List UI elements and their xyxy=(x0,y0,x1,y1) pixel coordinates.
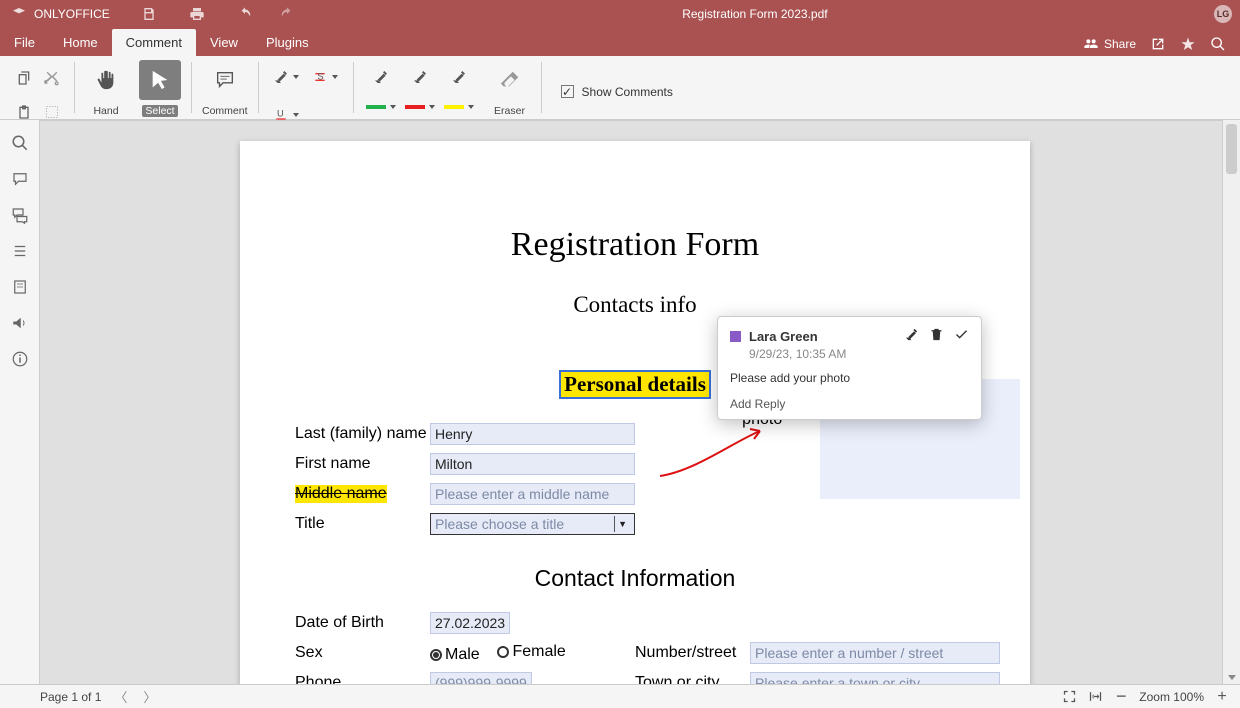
add-reply-button[interactable]: Add Reply xyxy=(730,397,969,411)
highlight-red-button[interactable] xyxy=(403,64,438,90)
user-avatar[interactable]: LG xyxy=(1214,5,1232,23)
label-numstreet: Number/street xyxy=(635,644,750,662)
next-page-button[interactable]: 〉 xyxy=(140,687,159,706)
radio-female[interactable]: Female xyxy=(497,643,565,661)
search-icon[interactable] xyxy=(1210,36,1226,52)
navigation-icon[interactable] xyxy=(11,242,29,260)
undo-icon[interactable] xyxy=(236,5,254,23)
add-comment-button[interactable] xyxy=(204,60,246,100)
favorite-icon[interactable] xyxy=(1180,36,1196,52)
ribbon: Hand Select Comment S U xyxy=(0,56,1240,120)
field-town[interactable]: Please enter a town or city xyxy=(750,672,1000,684)
comment-author-color xyxy=(730,331,741,342)
copy-icon[interactable] xyxy=(12,66,36,90)
label-town: Town or city xyxy=(635,674,750,684)
left-panel xyxy=(0,120,40,684)
label-middle-name: Middle name xyxy=(295,485,387,503)
share-button[interactable]: Share xyxy=(1083,36,1136,52)
about-icon[interactable] xyxy=(11,350,29,368)
find-icon[interactable] xyxy=(11,134,29,152)
field-numstreet[interactable]: Please enter a number / street xyxy=(750,642,1000,664)
section-personal-details[interactable]: Personal details xyxy=(559,370,711,399)
zoom-out-button[interactable]: − xyxy=(1113,689,1129,705)
zoom-in-button[interactable]: + xyxy=(1214,689,1230,705)
delete-comment-icon[interactable] xyxy=(929,327,944,345)
label-first-name: First name xyxy=(295,455,430,473)
redo-icon[interactable] xyxy=(278,5,296,23)
field-dob[interactable]: 27.02.2023 xyxy=(430,612,510,634)
scroll-down-icon[interactable] xyxy=(1228,675,1236,680)
save-icon[interactable] xyxy=(140,5,158,23)
resolve-comment-icon[interactable] xyxy=(954,327,969,345)
show-comments-toggle[interactable]: ✓ Show Comments xyxy=(546,56,673,119)
fit-width-icon[interactable] xyxy=(1087,689,1103,705)
eraser-button[interactable] xyxy=(489,60,531,100)
comments-panel-icon[interactable] xyxy=(11,170,29,188)
hand-tool-button[interactable] xyxy=(85,60,127,100)
label-last-name: Last (family) name xyxy=(295,425,430,443)
cut-icon[interactable] xyxy=(40,66,64,90)
comment-popup: Lara Green 9/29/23, 10:35 AM Please add … xyxy=(717,316,982,420)
comment-author: Lara Green xyxy=(749,329,818,344)
label-title: Title xyxy=(295,515,430,533)
thumbnails-icon[interactable] xyxy=(11,278,29,296)
fit-page-icon[interactable] xyxy=(1061,689,1077,705)
select-tool-button[interactable] xyxy=(139,60,181,100)
comment-date: 9/29/23, 10:35 AM xyxy=(749,347,969,361)
comment-text: Please add your photo xyxy=(730,371,969,385)
prev-page-button[interactable]: 〈 xyxy=(111,687,130,706)
zoom-label[interactable]: Zoom 100% xyxy=(1139,690,1204,704)
svg-text:S: S xyxy=(317,72,323,82)
print-icon[interactable] xyxy=(188,5,206,23)
field-phone[interactable]: (999)999-9999 xyxy=(430,672,532,684)
tab-plugins[interactable]: Plugins xyxy=(252,29,323,56)
svg-text:U: U xyxy=(277,108,284,118)
document-area[interactable]: Registration Form Contacts info Personal… xyxy=(40,120,1222,684)
app-logo-icon xyxy=(10,5,28,23)
label-dob: Date of Birth xyxy=(295,614,430,632)
strikeout-color-button[interactable]: S xyxy=(308,64,343,90)
highlight-color-button[interactable] xyxy=(269,64,304,90)
page-indicator: Page 1 of 1 xyxy=(40,690,101,704)
tab-file[interactable]: File xyxy=(0,29,49,56)
field-middle-name[interactable]: Please enter a middle name xyxy=(430,483,635,505)
swatch-red[interactable] xyxy=(403,94,438,120)
doc-title: Registration Form xyxy=(295,226,975,264)
section-contact-info: Contact Information xyxy=(295,565,975,592)
field-first-name[interactable]: Milton xyxy=(430,453,635,475)
title-bar: ONLYOFFICE Registration Form 2023.pdf LG xyxy=(0,0,1240,28)
open-location-icon[interactable] xyxy=(1150,36,1166,52)
field-title-select[interactable]: Please choose a title▼ xyxy=(430,513,635,535)
section-contacts: Contacts info xyxy=(295,292,975,318)
status-bar: Page 1 of 1 〈 〉 − Zoom 100% + xyxy=(0,684,1240,708)
edit-comment-icon[interactable] xyxy=(904,327,919,345)
highlight-yellow-button[interactable] xyxy=(442,64,477,90)
label-sex: Sex xyxy=(295,644,430,662)
scrollbar-thumb[interactable] xyxy=(1226,124,1237,174)
chat-icon[interactable] xyxy=(11,206,29,224)
feedback-icon[interactable] xyxy=(11,314,29,332)
tab-view[interactable]: View xyxy=(196,29,252,56)
brand-name: ONLYOFFICE xyxy=(34,7,110,21)
swatch-yellow[interactable] xyxy=(442,94,477,120)
highlight-green-button[interactable] xyxy=(364,64,399,90)
menu-bar: File Home Comment View Plugins Share xyxy=(0,28,1240,56)
document-title: Registration Form 2023.pdf xyxy=(296,7,1214,21)
tab-home[interactable]: Home xyxy=(49,29,112,56)
radio-male[interactable]: Male xyxy=(430,646,480,664)
swatch-green[interactable] xyxy=(364,94,399,120)
label-phone: Phone xyxy=(295,674,430,684)
tab-comment[interactable]: Comment xyxy=(112,29,196,56)
field-last-name[interactable]: Henry xyxy=(430,423,635,445)
vertical-scrollbar[interactable] xyxy=(1222,120,1240,684)
